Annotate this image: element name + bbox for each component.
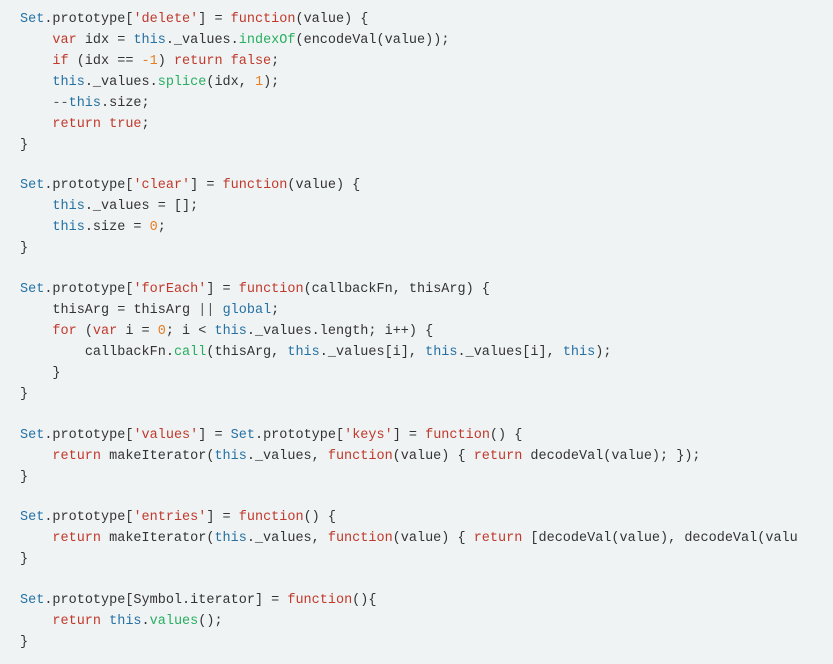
code-line: callbackFn.call(thisArg, this._values[i]… [0, 343, 833, 364]
code-line: Set.prototype['entries'] = function() { [0, 508, 833, 529]
code-line: return true; [0, 115, 833, 136]
code-line: Set.prototype['forEach'] = function(call… [0, 280, 833, 301]
code-line: Set.prototype['values'] = Set.prototype[… [0, 426, 833, 447]
code-line: Set.prototype['delete'] = function(value… [0, 10, 833, 31]
code-line: if (idx == -1) return false; [0, 52, 833, 73]
code-line: --this.size; [0, 94, 833, 115]
code-line: } [0, 468, 833, 489]
code-line: Set.prototype[Symbol.iterator] = functio… [0, 591, 833, 612]
code-line: this._values = []; [0, 197, 833, 218]
code-content: Set.prototype['delete'] = function(value… [0, 10, 833, 654]
code-line: } [0, 136, 833, 157]
code-editor: Set.prototype['delete'] = function(value… [0, 0, 833, 664]
code-line: } [0, 550, 833, 571]
code-line: } [0, 239, 833, 260]
code-line: return makeIterator(this._values, functi… [0, 447, 833, 468]
code-line: this._values.splice(idx, 1); [0, 73, 833, 94]
code-line: return this.values(); [0, 612, 833, 633]
code-line: } [0, 385, 833, 406]
code-line [0, 571, 833, 591]
code-line: Set.prototype['clear'] = function(value)… [0, 176, 833, 197]
code-line: for (var i = 0; i < this._values.length;… [0, 322, 833, 343]
code-line [0, 406, 833, 426]
code-line [0, 260, 833, 280]
code-line [0, 156, 833, 176]
code-line: return makeIterator(this._values, functi… [0, 529, 833, 550]
code-line: this.size = 0; [0, 218, 833, 239]
code-line: } [0, 364, 833, 385]
code-line: } [0, 633, 833, 654]
code-line: var idx = this._values.indexOf(encodeVal… [0, 31, 833, 52]
code-line: thisArg = thisArg || global; [0, 301, 833, 322]
code-line [0, 488, 833, 508]
